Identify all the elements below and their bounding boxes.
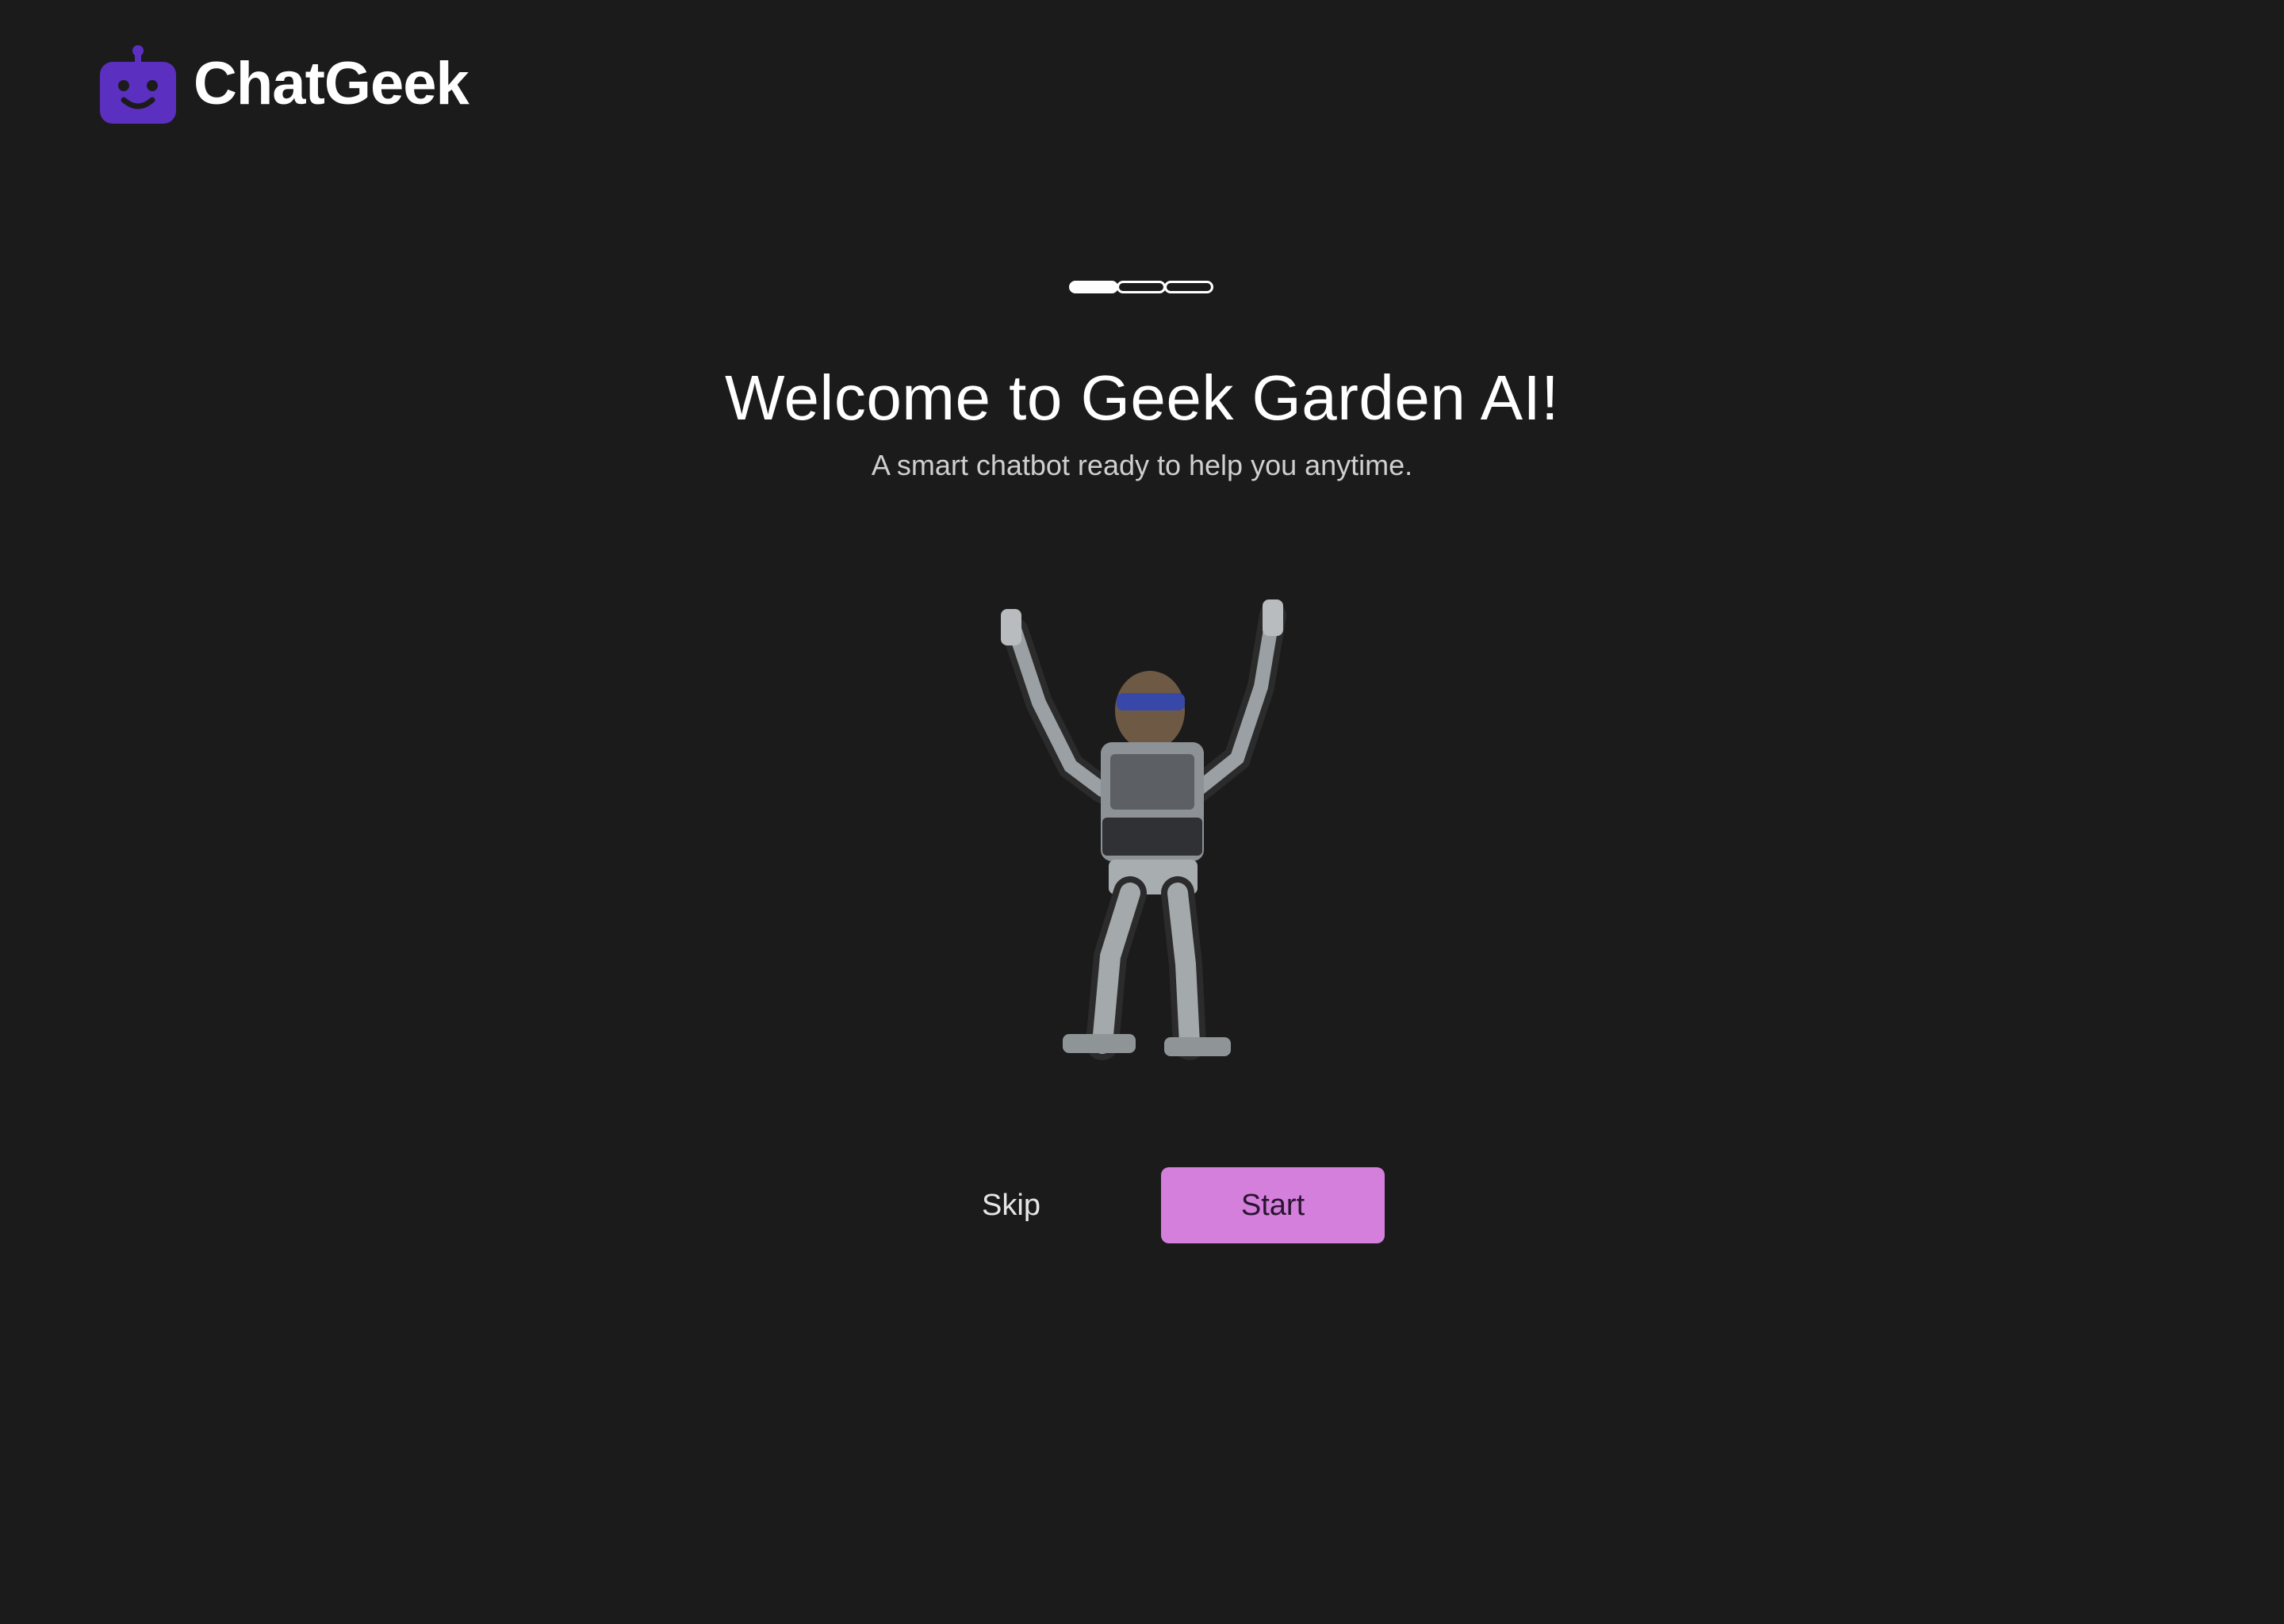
page-subtitle: A smart chatbot ready to help you anytim… [871,449,1413,481]
onboarding-page: ChatGeek Welcome to Geek Garden AI! A sm… [0,0,2284,1624]
progress-step-3 [1164,281,1213,293]
brand-logo[interactable]: ChatGeek [100,44,469,124]
step-progress-indicator [1069,281,1213,293]
progress-step-2 [1117,281,1166,293]
brand-name: ChatGeek [194,50,469,117]
page-title: Welcome to Geek Garden AI! [724,362,1560,433]
progress-step-1 [1069,281,1118,293]
onboarding-actions: Skip Start [936,1167,1385,1243]
skip-button[interactable]: Skip [936,1167,1086,1243]
start-button[interactable]: Start [1161,1167,1385,1243]
robot-face-icon [100,45,176,124]
robot-illustration [1001,599,1286,1060]
